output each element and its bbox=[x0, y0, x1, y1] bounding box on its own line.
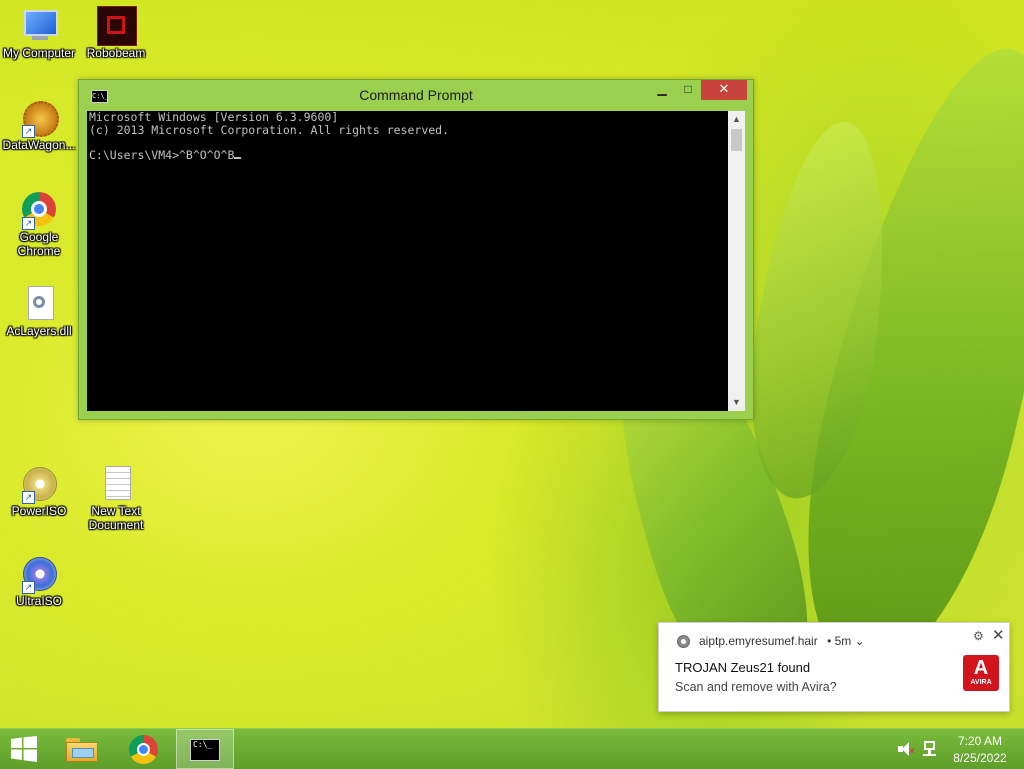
desktop-icon-robobeam[interactable]: Robobeam bbox=[77, 6, 155, 60]
folder-icon bbox=[66, 738, 98, 762]
notification-title: TROJAN Zeus21 found bbox=[675, 660, 811, 675]
desktop-icon-label: New Text Document bbox=[88, 504, 144, 532]
taskbar-file-explorer[interactable] bbox=[54, 729, 110, 769]
shortcut-arrow-icon: ↗ bbox=[22, 581, 35, 594]
notification-source: aiptp.emyresumef.hair • 5m ⌄ bbox=[699, 634, 865, 648]
close-button[interactable]: ✕ bbox=[701, 80, 747, 100]
chrome-icon: ↗ bbox=[20, 190, 58, 230]
desktop-icon-google-chrome[interactable]: ↗ Google Chrome bbox=[0, 190, 78, 258]
volume-muted-icon[interactable]: ✕ bbox=[897, 741, 916, 757]
computer-icon bbox=[20, 6, 58, 44]
scroll-down-icon[interactable]: ▼ bbox=[728, 394, 745, 411]
desktop-icon-aclayers-dll[interactable]: AcLayers.dll bbox=[0, 284, 78, 338]
desktop-icon-label: DataWagon... bbox=[2, 138, 76, 152]
desktop-icon-new-text-document[interactable]: New Text Document bbox=[77, 464, 155, 532]
taskbar: C:\_ ✕ 7:20 AM 8/25/2022 bbox=[0, 728, 1024, 769]
taskbar-chrome[interactable] bbox=[116, 729, 172, 769]
close-icon[interactable]: ✕ bbox=[992, 626, 1005, 644]
windows-logo-icon bbox=[11, 736, 37, 762]
chrome-notification-icon bbox=[677, 635, 690, 648]
robobeam-icon bbox=[97, 6, 137, 46]
poweriso-disc-icon: ↗ bbox=[20, 464, 58, 504]
desktop-icon-label: PowerISO bbox=[11, 504, 67, 518]
minimize-button[interactable]: ▁ bbox=[649, 80, 675, 100]
text-cursor bbox=[234, 149, 242, 159]
start-button[interactable] bbox=[0, 729, 56, 769]
dll-file-icon bbox=[20, 284, 58, 322]
taskbar-command-prompt[interactable]: C:\_ bbox=[176, 729, 234, 769]
desktop-icon-my-computer[interactable]: My Computer bbox=[0, 6, 78, 60]
clock-date[interactable]: 8/25/2022 bbox=[945, 751, 1015, 765]
shortcut-arrow-icon: ↗ bbox=[22, 491, 35, 504]
console-text: Microsoft Windows [Version 6.3.9600] (c)… bbox=[89, 111, 725, 161]
clock-time[interactable]: 7:20 AM bbox=[945, 734, 1015, 748]
datawagon-icon: ↗ bbox=[20, 98, 59, 138]
notification-age: • 5m ⌄ bbox=[827, 634, 865, 648]
avira-wordmark: AVIRA bbox=[970, 679, 992, 686]
command-prompt-window[interactable]: C:\_ Command Prompt ▁ □ ✕ Microsoft Wind… bbox=[78, 79, 754, 420]
desktop-icon-label: UltraISO bbox=[15, 594, 62, 608]
scroll-up-icon[interactable]: ▲ bbox=[728, 111, 745, 128]
notification-origin: aiptp.emyresumef.hair bbox=[699, 634, 818, 648]
shortcut-arrow-icon: ↗ bbox=[22, 125, 35, 138]
desktop-icon-ultraiso[interactable]: ↗ UltraISO bbox=[0, 554, 78, 608]
ultraiso-disc-icon: ↗ bbox=[20, 554, 58, 594]
notification-body: Scan and remove with Avira? bbox=[675, 680, 837, 694]
network-icon[interactable] bbox=[922, 740, 938, 758]
window-titlebar[interactable]: C:\_ Command Prompt ▁ □ ✕ bbox=[79, 80, 753, 110]
scrollbar-thumb[interactable] bbox=[731, 129, 742, 151]
maximize-button[interactable]: □ bbox=[675, 80, 701, 100]
notification-toast[interactable]: aiptp.emyresumef.hair • 5m ⌄ ⚙ ✕ TROJAN … bbox=[658, 622, 1010, 712]
vertical-scrollbar[interactable]: ▲ ▼ bbox=[728, 111, 745, 411]
shortcut-arrow-icon: ↗ bbox=[22, 217, 35, 230]
console-icon: C:\_ bbox=[190, 739, 220, 761]
desktop-icon-label: My Computer bbox=[2, 46, 76, 60]
avira-logo-icon: A AVIRA bbox=[963, 655, 999, 691]
gear-icon[interactable]: ⚙ bbox=[973, 629, 984, 643]
desktop-icon-datawagon[interactable]: ↗ DataWagon... bbox=[0, 98, 78, 152]
desktop-icon-poweriso[interactable]: ↗ PowerISO bbox=[0, 464, 78, 518]
desktop-icon-label: Robobeam bbox=[86, 46, 146, 60]
text-document-icon bbox=[97, 464, 135, 502]
console-line: (c) 2013 Microsoft Corporation. All righ… bbox=[89, 122, 450, 137]
chrome-icon bbox=[129, 735, 158, 764]
console-prompt-line: C:\Users\VM4>^B^O^O^B bbox=[89, 147, 235, 162]
desktop-icon-label: Google Chrome bbox=[17, 230, 61, 258]
console-output[interactable]: Microsoft Windows [Version 6.3.9600] (c)… bbox=[87, 111, 745, 411]
avira-mark: A bbox=[973, 657, 989, 679]
desktop-icon-label: AcLayers.dll bbox=[6, 324, 72, 338]
